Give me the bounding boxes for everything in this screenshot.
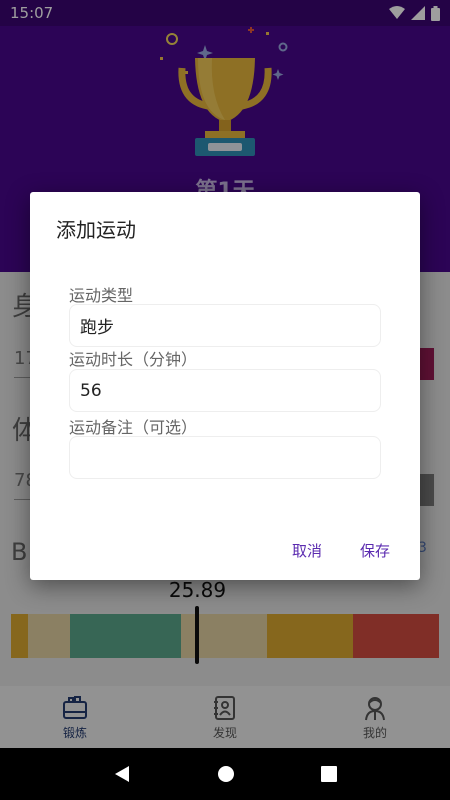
exercise-type-label: 运动类型 — [69, 286, 134, 305]
dialog-actions: 取消 保存 — [292, 540, 390, 561]
exercise-duration-value: 56 — [80, 380, 102, 401]
dialog-title: 添加运动 — [56, 218, 136, 242]
back-icon[interactable] — [113, 765, 131, 783]
exercise-note-field[interactable] — [69, 436, 381, 479]
add-exercise-dialog: 添加运动 运动类型 跑步 运动时长（分钟） 56 运动备注（可选） 取消 保存 — [30, 192, 420, 580]
cancel-button[interactable]: 取消 — [292, 540, 322, 561]
exercise-duration-field[interactable]: 56 — [69, 369, 381, 412]
exercise-type-field[interactable]: 跑步 — [69, 304, 381, 347]
save-button[interactable]: 保存 — [360, 540, 390, 561]
exercise-type-value: 跑步 — [80, 318, 114, 338]
system-nav-bar — [0, 748, 450, 800]
exercise-duration-label: 运动时长（分钟） — [69, 350, 198, 369]
recents-icon[interactable] — [321, 766, 337, 782]
exercise-note-label: 运动备注（可选） — [69, 418, 198, 437]
home-icon[interactable] — [217, 765, 235, 783]
